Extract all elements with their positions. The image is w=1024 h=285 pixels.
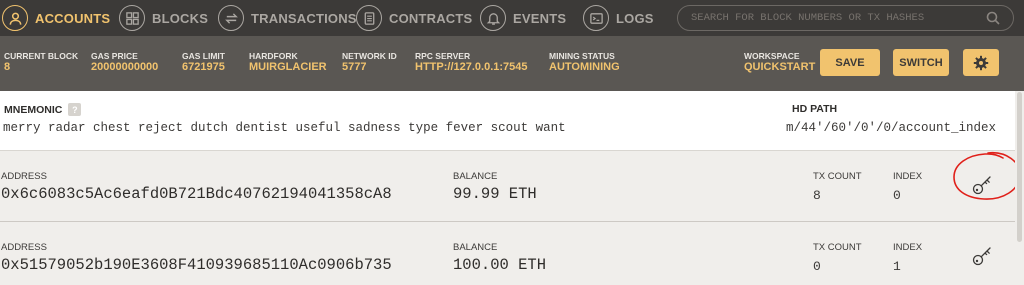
index-value: 0 — [893, 188, 901, 203]
stat-mining-status: MINING STATUS AUTOMINING — [549, 51, 620, 74]
account-address: 0x6c6083c5Ac6eafd0B721Bdc40762194041358c… — [1, 185, 392, 203]
network-id-value: 5777 — [342, 61, 367, 73]
tx-count-label: TX COUNT — [813, 171, 862, 182]
nav-events[interactable]: EVENTS — [480, 0, 566, 36]
index-value: 1 — [893, 259, 901, 274]
gas-price-value: 20000000000 — [91, 61, 159, 73]
nav-blocks-label: BLOCKS — [152, 10, 209, 26]
tx-count-value: 8 — [813, 188, 821, 203]
account-address: 0x51579052b190E3608F410939685110Ac0906b7… — [1, 256, 392, 274]
key-icon[interactable] — [970, 244, 994, 268]
balance-label: BALANCE — [453, 242, 498, 253]
mnemonic-phrase: merry radar chest reject dutch dentist u… — [3, 121, 566, 135]
gas-price-label: GAS PRICE — [91, 51, 138, 61]
status-bar: CURRENT BLOCK 8 GAS PRICE 20000000000 GA… — [0, 36, 1024, 91]
mnemonic-panel: MNEMONIC ? merry radar chest reject dutc… — [0, 91, 1024, 151]
save-button[interactable]: SAVE — [820, 49, 880, 76]
address-label: ADDRESS — [1, 242, 47, 253]
scrollbar-thumb[interactable] — [1017, 92, 1022, 242]
transactions-icon — [218, 5, 244, 31]
stat-network-id: NETWORK ID 5777 — [342, 51, 397, 74]
nav-contracts[interactable]: CONTRACTS — [356, 0, 472, 36]
top-nav: ACCOUNTS BLOCKS TRANSACTIONS CONTRACTS E… — [0, 0, 1024, 36]
switch-button[interactable]: SWITCH — [893, 49, 949, 76]
gas-limit-value: 6721975 — [182, 61, 225, 73]
mnemonic-label: MNEMONIC — [4, 103, 63, 116]
settings-button[interactable] — [963, 49, 999, 76]
gas-limit-label: GAS LIMIT — [182, 51, 225, 61]
account-balance: 100.00 ETH — [453, 256, 547, 274]
search-icon[interactable] — [985, 10, 1001, 26]
workspace-label: WORKSPACE — [744, 51, 800, 61]
hardfork-value: MUIRGLACIER — [249, 61, 327, 73]
stat-hardfork: HARDFORK MUIRGLACIER — [249, 51, 327, 74]
nav-logs-label: LOGS — [616, 10, 654, 26]
account-row: ADDRESS 0x6c6083c5Ac6eafd0B721Bdc4076219… — [0, 152, 1024, 222]
nav-events-label: EVENTS — [513, 10, 567, 26]
balance-label: BALANCE — [453, 171, 498, 182]
nav-contracts-label: CONTRACTS — [389, 10, 473, 26]
network-id-label: NETWORK ID — [342, 51, 397, 61]
stat-gas-limit: GAS LIMIT 6721975 — [182, 51, 225, 74]
stat-gas-price: GAS PRICE 20000000000 — [91, 51, 159, 74]
hd-path-label: HD PATH — [792, 103, 838, 115]
terminal-icon — [583, 5, 609, 31]
nav-transactions[interactable]: TRANSACTIONS — [218, 0, 357, 36]
annotation-circle — [953, 152, 1021, 200]
account-icon — [2, 5, 28, 31]
hardfork-label: HARDFORK — [249, 51, 298, 61]
workspace-value: QUICKSTART — [744, 61, 816, 73]
gear-icon — [973, 55, 989, 70]
stat-workspace: WORKSPACE QUICKSTART — [744, 51, 816, 74]
current-block-label: CURRENT BLOCK — [4, 51, 79, 61]
bell-icon — [480, 5, 506, 31]
nav-blocks[interactable]: BLOCKS — [119, 0, 208, 36]
mining-status-label: MINING STATUS — [549, 51, 615, 61]
nav-transactions-label: TRANSACTIONS — [251, 10, 357, 26]
tx-count-label: TX COUNT — [813, 242, 862, 253]
index-label: INDEX — [893, 242, 923, 253]
stat-rpc-server: RPC SERVER HTTP://127.0.0.1:7545 — [415, 51, 528, 74]
mining-status-value: AUTOMINING — [549, 61, 620, 73]
address-label: ADDRESS — [1, 171, 47, 182]
nav-accounts[interactable]: ACCOUNTS — [2, 0, 110, 36]
hd-path-value: m/44'/60'/0'/0/account_index — [786, 121, 997, 135]
tx-count-value: 0 — [813, 259, 821, 274]
rpc-server-value: HTTP://127.0.0.1:7545 — [415, 61, 528, 73]
account-row: ADDRESS 0x51579052b190E3608F410939685110… — [0, 223, 1024, 285]
search-input[interactable] — [691, 12, 971, 24]
mnemonic-label-row: MNEMONIC ? — [4, 103, 82, 116]
current-block-value: 8 — [4, 61, 11, 73]
account-balance: 99.99 ETH — [453, 185, 537, 203]
blocks-icon — [119, 5, 145, 31]
help-icon[interactable]: ? — [68, 103, 82, 116]
rpc-server-label: RPC SERVER — [415, 51, 471, 61]
stat-current-block: CURRENT BLOCK 8 — [4, 51, 79, 74]
search-bar — [677, 5, 1014, 31]
nav-accounts-label: ACCOUNTS — [35, 10, 111, 26]
nav-logs[interactable]: LOGS — [583, 0, 654, 36]
index-label: INDEX — [893, 171, 923, 182]
contracts-icon — [356, 5, 382, 31]
